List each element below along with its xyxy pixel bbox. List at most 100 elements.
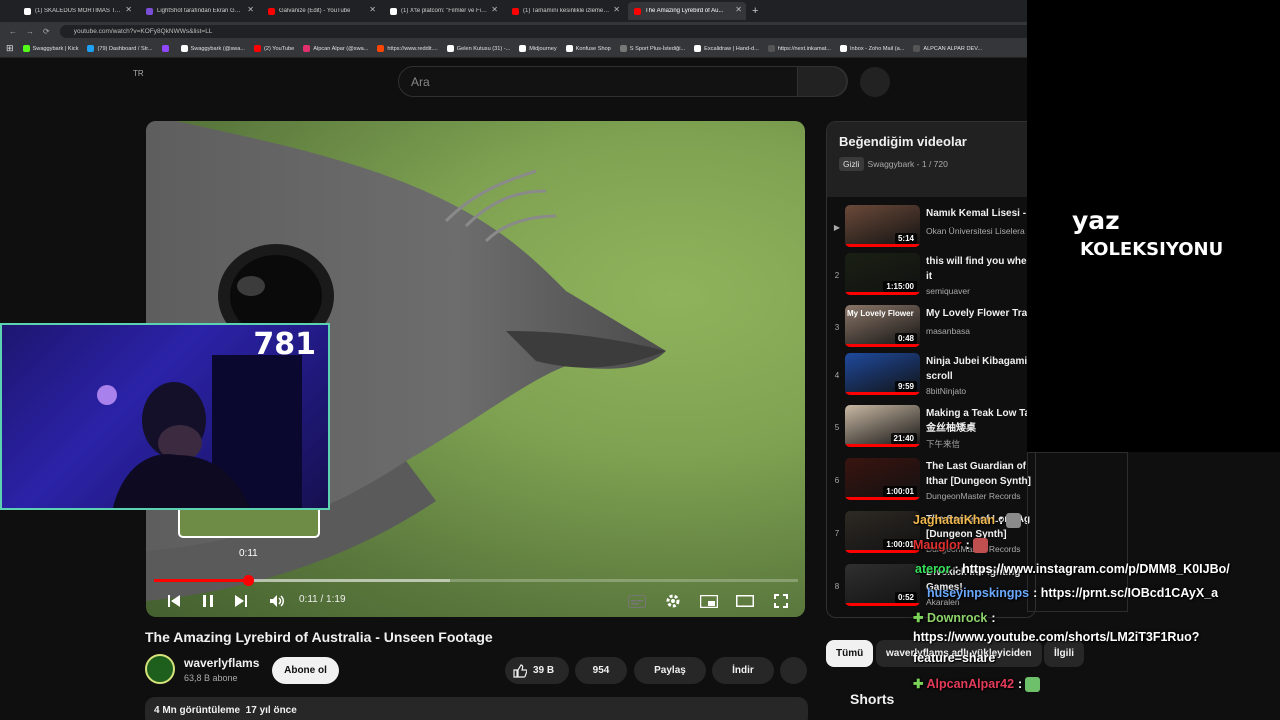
playlist-item-index: 5: [834, 423, 840, 432]
playlist-item[interactable]: ▶ 5:14 Namık Kemal Lisesi - Okan Üniversite…: [827, 205, 1035, 257]
channel-avatar[interactable]: [145, 654, 175, 684]
bookmark-item[interactable]: ALPCAN ALPAR DEV...: [913, 45, 982, 52]
share-button[interactable]: Paylaş: [634, 657, 706, 684]
playlist-item-thumbnail[interactable]: 0:52: [845, 564, 920, 606]
views-and-date: 4 Mn görüntüleme 17 yıl önce: [154, 705, 297, 716]
reload-icon[interactable]: ⟳: [43, 27, 50, 36]
bookmark-label: Inbox - Zoho Mail (a...: [849, 45, 905, 52]
bookmark-item[interactable]: Gelen Kutusu (31) -...: [446, 45, 510, 52]
bookmark-item[interactable]: Inbox - Zoho Mail (a...: [839, 45, 905, 52]
playlist-item-thumbnail[interactable]: 21:40: [845, 405, 920, 447]
theater-mode-icon[interactable]: [734, 591, 756, 611]
search-button[interactable]: [797, 66, 847, 97]
filter-chip[interactable]: İlgili: [1044, 640, 1084, 667]
back-icon[interactable]: ←: [9, 27, 17, 36]
bookmark-item[interactable]: Excalidraw | Hand-d...: [694, 45, 759, 52]
description-box[interactable]: 4 Mn görüntüleme 17 yıl önce: [145, 697, 808, 720]
browser-tab[interactable]: (1) SKALEDUS MORTIMAS Topl... ✕: [18, 2, 136, 20]
subtitles-icon[interactable]: [626, 591, 648, 611]
playlist-item[interactable]: 3 My Lovely Flower 0:48 My Lovely Flower Tr…: [827, 305, 1035, 357]
chat-message: JaghataiKhan:: [913, 513, 1022, 529]
bookmark-item[interactable]: (2) YouTube: [254, 45, 294, 52]
close-tab-icon[interactable]: ✕: [613, 5, 620, 14]
subscribe-button[interactable]: Abone ol: [272, 657, 339, 684]
comments-button[interactable]: 954: [575, 657, 627, 684]
privacy-badge: Gizli: [839, 157, 864, 171]
miniplayer-icon[interactable]: [698, 591, 720, 611]
playlist-item-thumbnail[interactable]: 5:14: [845, 205, 920, 247]
playlist-item-title: Namık Kemal Lisesi -: [926, 208, 1027, 219]
fullscreen-icon[interactable]: [770, 591, 792, 611]
bookmark-label: Swaggybark | Kick: [32, 45, 79, 52]
progress-scrubber-handle[interactable]: [243, 575, 255, 586]
pause-icon[interactable]: [198, 591, 218, 611]
video-duration: 0:52: [894, 592, 917, 603]
close-tab-icon[interactable]: ✕: [735, 5, 742, 14]
playlist-item-index: ▶: [833, 223, 841, 232]
microphone-button[interactable]: [860, 67, 890, 97]
bookmark-item[interactable]: Swaggybark (@swa...: [180, 45, 245, 52]
bookmark-item[interactable]: [161, 45, 172, 52]
bookmark-item[interactable]: (79) Dashboard / Str...: [87, 45, 153, 52]
more-actions-button[interactable]: [780, 657, 807, 684]
playlist-item[interactable]: 5 21:40 Making a Teak Low Ta 金丝柚矮桌 下午来信: [827, 405, 1035, 457]
playlist-item[interactable]: 6 1:00:01 The Last Guardian of Ithar [Dung…: [827, 458, 1035, 510]
time-display: 0:11 / 1:19: [299, 594, 346, 605]
browser-tab-active[interactable]: The Amazing Lyrebird of Au... ✕: [628, 2, 746, 20]
chat-text: :: [998, 513, 1004, 527]
streamer-webcam: 781: [0, 323, 330, 510]
webcam-counter: 781: [253, 327, 316, 362]
settings-gear-icon[interactable]: [662, 591, 684, 611]
bookmark-item[interactable]: https://next.inkamat...: [767, 45, 831, 52]
browser-tab[interactable]: (1) Tamamını kesinlikle izlemen... ✕: [506, 2, 624, 20]
playlist-item-thumbnail[interactable]: 1:15:00: [845, 253, 920, 295]
new-tab-icon[interactable]: +: [752, 5, 758, 17]
tab-favicon-icon: [390, 7, 397, 15]
playlist-item[interactable]: 4 9:59 Ninja Jubei Kibagami scroll 8bitNinj…: [827, 353, 1035, 405]
bookmark-item[interactable]: https://www.reddit....: [377, 45, 438, 52]
tab-label: (1) Tamamını kesinlikle izlemen...: [523, 8, 610, 14]
close-tab-icon[interactable]: ✕: [369, 5, 376, 14]
playlist-title[interactable]: Beğendiğim videolar: [839, 134, 1023, 149]
download-button[interactable]: İndir: [712, 657, 774, 684]
next-icon[interactable]: [231, 591, 251, 611]
badge-icon: ✚: [913, 677, 927, 691]
bookmark-item[interactable]: Midjourney: [519, 45, 557, 52]
browser-tab[interactable]: (1) X'te platcom: "Filmler ve Fili... ✕: [384, 2, 502, 20]
progress-bar[interactable]: [154, 575, 798, 586]
forward-icon[interactable]: →: [26, 27, 34, 36]
search-box[interactable]: Ara: [398, 66, 848, 97]
chat-text: : https://www.instagram.com/p/DMM8_K0IJB…: [954, 562, 1230, 576]
playlist-item[interactable]: 2 1:15:00 this will find you when it semiqu…: [827, 253, 1035, 305]
chat-emote-icon: [1025, 677, 1041, 693]
browser-tab[interactable]: LightShot tarafından Ekran Görü... ✕: [140, 2, 258, 20]
apps-grid-icon[interactable]: ⊞: [6, 43, 14, 54]
close-tab-icon[interactable]: ✕: [125, 5, 132, 14]
close-tab-icon[interactable]: ✕: [247, 5, 254, 14]
like-button[interactable]: 39 B: [505, 657, 569, 684]
playlist-owner-progress: Swaggybark - 1 / 720: [867, 159, 948, 169]
search-input[interactable]: Ara: [411, 75, 430, 89]
bookmark-item[interactable]: Konfuse Shop: [565, 45, 611, 52]
playlist-item-thumbnail[interactable]: 1:00:01: [845, 458, 920, 500]
close-tab-icon[interactable]: ✕: [491, 5, 498, 14]
playlist-item-thumbnail[interactable]: 1:00:01: [845, 511, 920, 553]
playlist-item-thumbnail[interactable]: 9:59: [845, 353, 920, 395]
previous-icon[interactable]: [164, 591, 184, 611]
bookmark-item[interactable]: S Sport Plus-İstediği...: [619, 45, 685, 52]
chat-text: : https://prnt.sc/IOBcd1CAyX_a: [1033, 586, 1219, 600]
video-duration: 1:00:01: [883, 539, 917, 550]
filter-chip[interactable]: Tümü: [826, 640, 874, 667]
playlist-item-thumbnail[interactable]: My Lovely Flower 0:48: [845, 305, 920, 347]
bookmark-item[interactable]: Swaggybark | Kick: [22, 45, 79, 52]
chat-username: Downrock: [926, 611, 988, 625]
channel-name[interactable]: waverlyflams: [184, 656, 259, 670]
volume-icon[interactable]: [266, 591, 288, 611]
playlist-item-title: this will find you when it: [926, 256, 1033, 282]
subscriber-count: 63,8 B abone: [184, 673, 238, 683]
bookmark-label: ALPCAN ALPAR DEV...: [923, 45, 983, 52]
bookmark-item[interactable]: Alpcan Alpar (@swa...: [303, 45, 368, 52]
browser-tab[interactable]: Galvanize (Edit) - YouTube ✕: [262, 2, 380, 20]
playlist-item-title: Making a Teak Low Ta 金丝柚矮桌: [926, 408, 1031, 434]
chat-text: feature=share: [913, 651, 996, 665]
